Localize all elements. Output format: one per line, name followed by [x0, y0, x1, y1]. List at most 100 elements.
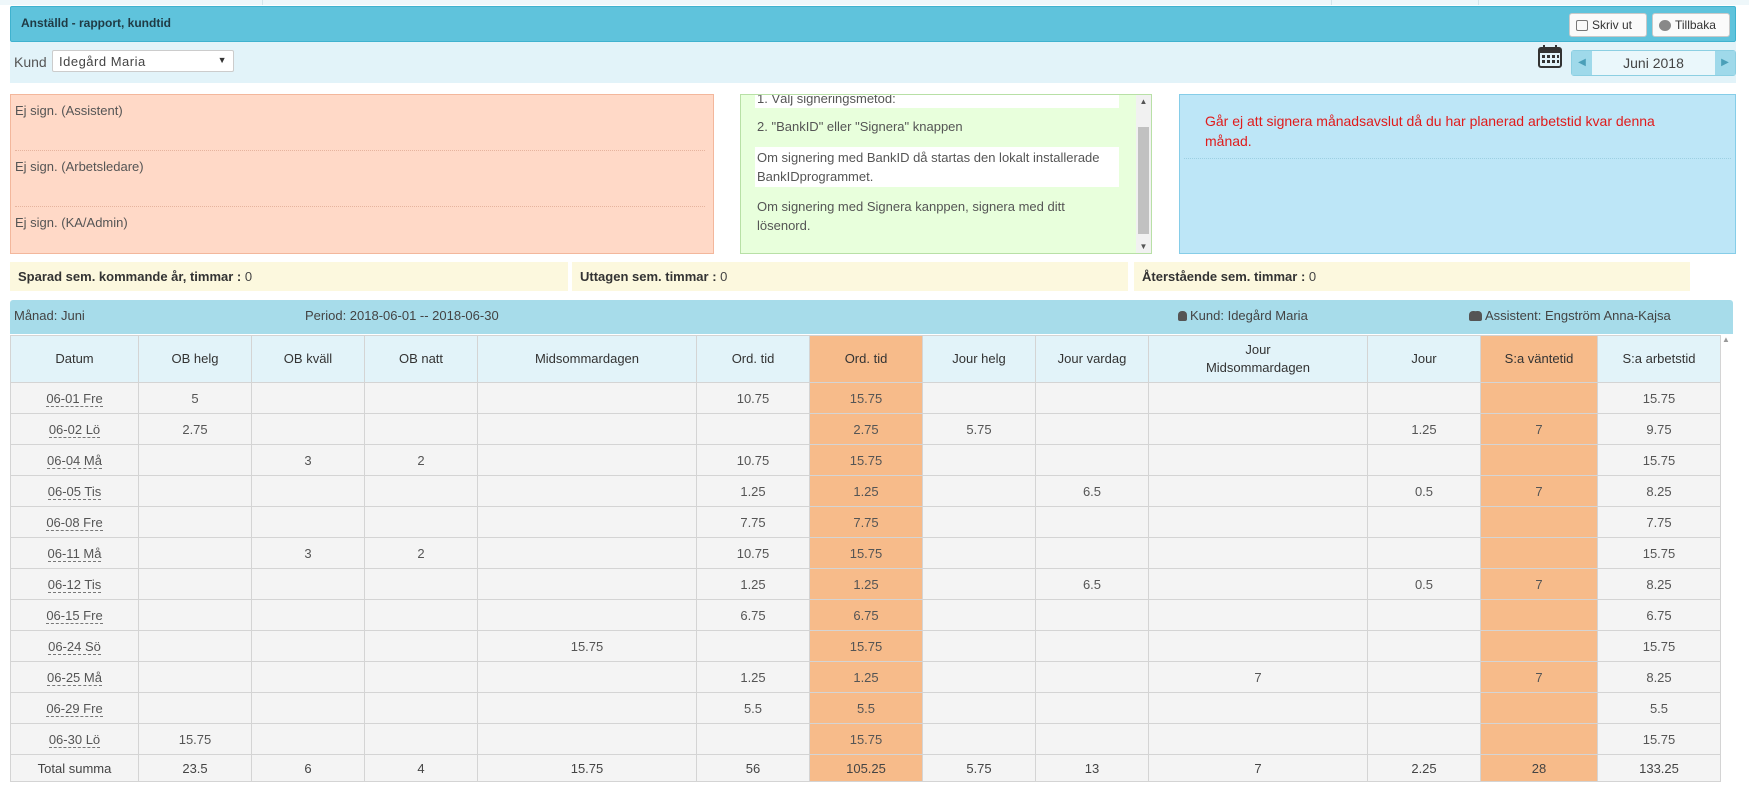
- table-cell: [477, 568, 697, 600]
- table-cell: [1035, 692, 1149, 724]
- customer-select[interactable]: Idegård Maria ▼: [52, 50, 234, 72]
- table-cell: [922, 692, 1036, 724]
- customer-label: Kund: [14, 54, 47, 70]
- total-cell: 13: [1035, 754, 1149, 782]
- table-row: 06-11 Må 3 2 10.75 15.75 15.75: [10, 537, 1721, 569]
- table-cell: 9.75: [1597, 413, 1721, 445]
- print-button[interactable]: Skriv ut: [1569, 13, 1647, 37]
- table-cell: [1367, 537, 1481, 569]
- back-button[interactable]: Tillbaka: [1652, 13, 1730, 37]
- table-cell: [1148, 413, 1368, 445]
- table-cell: [922, 382, 1036, 414]
- scroll-down-icon[interactable]: ▼: [1136, 242, 1151, 251]
- table-cell: [477, 444, 697, 476]
- date-link-text[interactable]: 06-05 Tis: [47, 483, 102, 500]
- sem-remaining: Återstående sem. timmar : 0: [1134, 262, 1690, 291]
- table-row: 06-29 Fre 5.5 5.5 5.5: [10, 692, 1721, 724]
- next-month-button[interactable]: ▶: [1715, 51, 1735, 75]
- calendar-icon[interactable]: [1538, 44, 1562, 68]
- table-cell: [1035, 599, 1149, 631]
- scroll-up-icon[interactable]: ▲: [1720, 335, 1732, 349]
- date-link-text[interactable]: 06-15 Fre: [46, 607, 103, 624]
- date-link-text[interactable]: 06-12 Tis: [47, 576, 102, 593]
- date-link[interactable]: 06-24 Sö: [10, 630, 139, 662]
- table-cell: [364, 413, 478, 445]
- scrollbar-thumb[interactable]: [1138, 127, 1149, 234]
- total-cell: 23.5: [138, 754, 252, 782]
- total-row: Total summa 23.5 6 4 15.75 56 105.25 5.75 13 7 2.2…: [10, 754, 1721, 782]
- table-cell: [1148, 723, 1368, 755]
- table-cell: [138, 568, 252, 600]
- table-row: 06-12 Tis 1.25 1.25 6.5 0.5 7 8.25: [10, 568, 1721, 600]
- table-cell: 15.75: [1597, 630, 1721, 662]
- total-cell: 28: [1480, 754, 1598, 782]
- table-cell: [138, 630, 252, 662]
- table-cell: [1480, 723, 1598, 755]
- date-link[interactable]: 06-02 Lö: [10, 413, 139, 445]
- table-row: 06-04 Må 3 2 10.75 15.75 15.75: [10, 444, 1721, 476]
- date-link-text[interactable]: 06-11 Må: [47, 545, 102, 562]
- table-cell: [477, 475, 697, 507]
- page-title: Anställd - rapport, kundtid: [21, 16, 171, 30]
- date-link-text[interactable]: 06-25 Må: [47, 669, 102, 686]
- prev-month-button[interactable]: ◀: [1572, 51, 1592, 75]
- date-link[interactable]: 06-04 Må: [10, 444, 139, 476]
- table-cell: [251, 506, 365, 538]
- table-cell: 15.75: [1597, 382, 1721, 414]
- instructions-scrollbar[interactable]: ▲ ▼: [1136, 95, 1151, 253]
- table-cell: 0.5: [1367, 475, 1481, 507]
- table-cell: 15.75: [1597, 537, 1721, 569]
- table-cell: [364, 723, 478, 755]
- date-link[interactable]: 06-12 Tis: [10, 568, 139, 600]
- date-link-text[interactable]: 06-24 Sö: [48, 638, 101, 655]
- chevron-down-icon: ▼: [217, 55, 227, 65]
- table-cell: [1367, 444, 1481, 476]
- table-cell: [1148, 692, 1368, 724]
- user-icon: [1178, 311, 1187, 321]
- table-cell: [922, 568, 1036, 600]
- date-link-text[interactable]: 06-30 Lö: [48, 731, 101, 748]
- date-link[interactable]: 06-01 Fre: [10, 382, 139, 414]
- table-cell: [1367, 723, 1481, 755]
- table-cell: 15.75: [809, 630, 923, 662]
- sem-remaining-value: 0: [1308, 269, 1317, 284]
- date-link[interactable]: 06-05 Tis: [10, 475, 139, 507]
- table-cell: 7: [1148, 661, 1368, 693]
- column-header: OB kväll: [251, 335, 365, 383]
- table-cell: [1480, 692, 1598, 724]
- column-header: Jour helg: [922, 335, 1036, 383]
- table-cell: [1035, 413, 1149, 445]
- total-cell: 105.25: [809, 754, 923, 782]
- date-link-text[interactable]: 06-02 Lö: [48, 421, 101, 438]
- table-row: 06-24 Sö 15.75 15.75 15.75: [10, 630, 1721, 662]
- date-link[interactable]: 06-08 Fre: [10, 506, 139, 538]
- scroll-up-icon[interactable]: ▲: [1136, 97, 1151, 106]
- table-cell: [138, 692, 252, 724]
- signing-instructions[interactable]: 1. Välj signeringsmetod: 2. "BankID" ell…: [740, 94, 1152, 254]
- table-cell: [477, 661, 697, 693]
- table-cell: [922, 723, 1036, 755]
- date-link-text[interactable]: 06-04 Må: [47, 452, 102, 469]
- table-cell: 1.25: [1367, 413, 1481, 445]
- table-cell: [138, 506, 252, 538]
- date-link-text[interactable]: 06-08 Fre: [46, 514, 103, 531]
- date-link[interactable]: 06-30 Lö: [10, 723, 139, 755]
- date-link-text[interactable]: 06-29 Fre: [46, 700, 103, 717]
- total-cell: 4: [364, 754, 478, 782]
- table-cell: [364, 661, 478, 693]
- date-link[interactable]: 06-25 Må: [10, 661, 139, 693]
- warning-message-box: Går ej att signera månadsavslut då du ha…: [1179, 94, 1736, 254]
- table-cell: 5.5: [809, 692, 923, 724]
- table-cell: 7.75: [809, 506, 923, 538]
- table-cell: [1480, 630, 1598, 662]
- table-cell: [477, 413, 697, 445]
- date-link[interactable]: 06-11 Må: [10, 537, 139, 569]
- date-link[interactable]: 06-29 Fre: [10, 692, 139, 724]
- top-strip: [0, 0, 1749, 5]
- info-month: Månad: Juni: [14, 308, 85, 323]
- sem-saved: Sparad sem. kommande år, timmar : 0: [10, 262, 568, 291]
- table-cell: [1148, 568, 1368, 600]
- table-cell: [922, 599, 1036, 631]
- date-link[interactable]: 06-15 Fre: [10, 599, 139, 631]
- date-link-text[interactable]: 06-01 Fre: [46, 390, 103, 407]
